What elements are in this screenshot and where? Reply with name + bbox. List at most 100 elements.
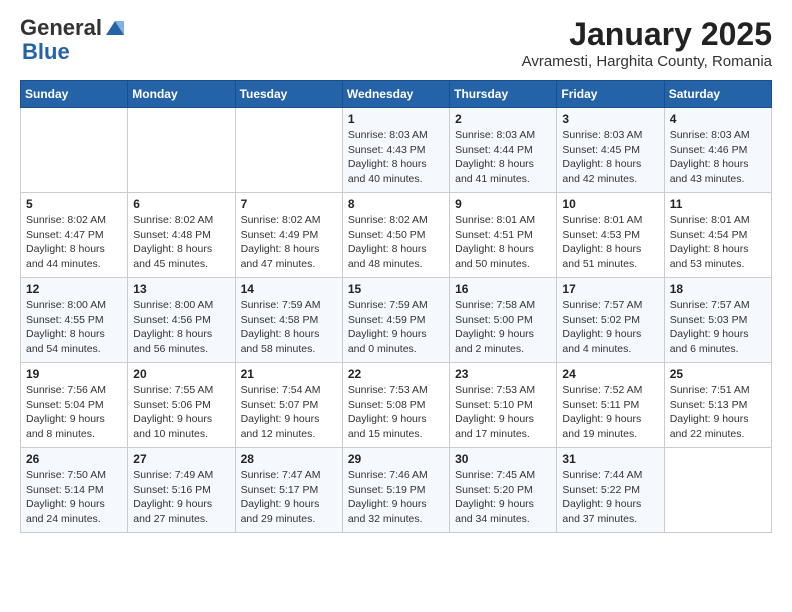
day-number: 23 — [455, 367, 551, 381]
day-number: 17 — [562, 282, 658, 296]
calendar-week-1: 1Sunrise: 8:03 AMSunset: 4:43 PMDaylight… — [21, 108, 772, 193]
calendar-week-4: 19Sunrise: 7:56 AMSunset: 5:04 PMDayligh… — [21, 363, 772, 448]
calendar-cell: 16Sunrise: 7:58 AMSunset: 5:00 PMDayligh… — [450, 278, 557, 363]
calendar-cell: 1Sunrise: 8:03 AMSunset: 4:43 PMDaylight… — [342, 108, 449, 193]
calendar-cell: 7 Sunrise: 8:02 AMSunset: 4:49 PMDaylight… — [235, 193, 342, 278]
day-number: 14 — [241, 282, 337, 296]
day-number: 4 — [670, 112, 766, 126]
day-number: 12 — [26, 282, 122, 296]
day-number: 28 — [241, 452, 337, 466]
day-number: 22 — [348, 367, 444, 381]
day-info: Sunrise: 7:59 AMSunset: 4:59 PMDaylight:… — [348, 298, 444, 357]
header: General Blue January 2025 Avramesti, Har… — [20, 16, 772, 70]
month-title: January 2025 — [522, 16, 772, 53]
calendar-cell: 5Sunrise: 8:02 AMSunset: 4:47 PMDaylight… — [21, 193, 128, 278]
calendar-cell: 24 Sunrise: 7:52 AMSunset: 5:11 PMDayligh… — [557, 363, 664, 448]
location: Avramesti, Harghita County, Romania — [522, 53, 772, 70]
calendar-cell: 11 Sunrise: 8:01 AMSunset: 4:54 PMDayligh… — [664, 193, 771, 278]
day-info: Sunrise: 7:52 AMSunset: 5:11 PMDaylight:… — [562, 383, 658, 442]
day-number: 7 — [241, 197, 337, 211]
day-info: Sunrise: 8:02 AMSunset: 4:49 PMDaylight:… — [241, 213, 337, 272]
day-number: 18 — [670, 282, 766, 296]
calendar-cell: 2Sunrise: 8:03 AMSunset: 4:44 PMDaylight… — [450, 108, 557, 193]
title-block: January 2025 Avramesti, Harghita County,… — [522, 16, 772, 70]
calendar-table: Sunday Monday Tuesday Wednesday Thursday… — [20, 80, 772, 533]
calendar-cell: 25 Sunrise: 7:51 AMSunset: 5:13 PMDayligh… — [664, 363, 771, 448]
day-info: Sunrise: 8:00 AMSunset: 4:56 PMDaylight:… — [133, 298, 229, 357]
calendar-cell: 13 Sunrise: 8:00 AMSunset: 4:56 PMDayligh… — [128, 278, 235, 363]
calendar-cell: 6 Sunrise: 8:02 AMSunset: 4:48 PMDaylight… — [128, 193, 235, 278]
calendar-cell: 3 Sunrise: 8:03 AMSunset: 4:45 PMDaylight… — [557, 108, 664, 193]
day-number: 15 — [348, 282, 444, 296]
day-number: 3 — [562, 112, 658, 126]
col-tuesday: Tuesday — [235, 81, 342, 108]
day-number: 24 — [562, 367, 658, 381]
day-info: Sunrise: 7:59 AMSunset: 4:58 PMDaylight:… — [241, 298, 337, 357]
day-info: Sunrise: 8:02 AMSunset: 4:48 PMDaylight:… — [133, 213, 229, 272]
calendar-cell: 21Sunrise: 7:54 AMSunset: 5:07 PMDayligh… — [235, 363, 342, 448]
col-saturday: Saturday — [664, 81, 771, 108]
day-number: 13 — [133, 282, 229, 296]
day-info: Sunrise: 8:02 AMSunset: 4:50 PMDaylight:… — [348, 213, 444, 272]
page: General Blue January 2025 Avramesti, Har… — [0, 0, 792, 543]
day-info: Sunrise: 8:01 AMSunset: 4:53 PMDaylight:… — [562, 213, 658, 272]
day-info: Sunrise: 8:03 AMSunset: 4:43 PMDaylight:… — [348, 128, 444, 187]
calendar-cell: 9 Sunrise: 8:01 AMSunset: 4:51 PMDaylight… — [450, 193, 557, 278]
logo-blue-text: Blue — [22, 39, 70, 64]
day-number: 25 — [670, 367, 766, 381]
day-number: 2 — [455, 112, 551, 126]
day-number: 16 — [455, 282, 551, 296]
calendar-cell: 22Sunrise: 7:53 AMSunset: 5:08 PMDayligh… — [342, 363, 449, 448]
calendar-cell: 30 Sunrise: 7:45 AMSunset: 5:20 PMDayligh… — [450, 448, 557, 533]
day-info: Sunrise: 7:44 AMSunset: 5:22 PMDaylight:… — [562, 468, 658, 527]
day-info: Sunrise: 7:51 AMSunset: 5:13 PMDaylight:… — [670, 383, 766, 442]
logo-icon — [104, 17, 126, 39]
calendar-week-5: 26 Sunrise: 7:50 AMSunset: 5:14 PMDayligh… — [21, 448, 772, 533]
day-number: 6 — [133, 197, 229, 211]
calendar-cell — [21, 108, 128, 193]
calendar-cell: 23 Sunrise: 7:53 AMSunset: 5:10 PMDayligh… — [450, 363, 557, 448]
day-number: 30 — [455, 452, 551, 466]
day-number: 9 — [455, 197, 551, 211]
day-number: 31 — [562, 452, 658, 466]
calendar-cell: 19Sunrise: 7:56 AMSunset: 5:04 PMDayligh… — [21, 363, 128, 448]
logo: General Blue — [20, 16, 126, 64]
day-info: Sunrise: 8:01 AMSunset: 4:54 PMDaylight:… — [670, 213, 766, 272]
calendar-week-2: 5Sunrise: 8:02 AMSunset: 4:47 PMDaylight… — [21, 193, 772, 278]
day-number: 20 — [133, 367, 229, 381]
day-info: Sunrise: 7:57 AMSunset: 5:02 PMDaylight:… — [562, 298, 658, 357]
calendar-cell: 17 Sunrise: 7:57 AMSunset: 5:02 PMDayligh… — [557, 278, 664, 363]
day-info: Sunrise: 7:49 AMSunset: 5:16 PMDaylight:… — [133, 468, 229, 527]
calendar-cell: 31 Sunrise: 7:44 AMSunset: 5:22 PMDayligh… — [557, 448, 664, 533]
calendar-cell: 4Sunrise: 8:03 AMSunset: 4:46 PMDaylight… — [664, 108, 771, 193]
day-number: 26 — [26, 452, 122, 466]
calendar-cell — [128, 108, 235, 193]
day-number: 10 — [562, 197, 658, 211]
day-info: Sunrise: 7:57 AMSunset: 5:03 PMDaylight:… — [670, 298, 766, 357]
col-monday: Monday — [128, 81, 235, 108]
day-number: 8 — [348, 197, 444, 211]
day-number: 5 — [26, 197, 122, 211]
col-thursday: Thursday — [450, 81, 557, 108]
calendar-cell: 14 Sunrise: 7:59 AMSunset: 4:58 PMDayligh… — [235, 278, 342, 363]
col-friday: Friday — [557, 81, 664, 108]
day-number: 11 — [670, 197, 766, 211]
day-info: Sunrise: 8:01 AMSunset: 4:51 PMDaylight:… — [455, 213, 551, 272]
calendar-cell: 8 Sunrise: 8:02 AMSunset: 4:50 PMDaylight… — [342, 193, 449, 278]
calendar-cell — [235, 108, 342, 193]
day-info: Sunrise: 7:46 AMSunset: 5:19 PMDaylight:… — [348, 468, 444, 527]
calendar-cell: 18 Sunrise: 7:57 AMSunset: 5:03 PMDayligh… — [664, 278, 771, 363]
day-info: Sunrise: 7:53 AMSunset: 5:10 PMDaylight:… — [455, 383, 551, 442]
calendar-cell — [664, 448, 771, 533]
calendar-cell: 27Sunrise: 7:49 AMSunset: 5:16 PMDayligh… — [128, 448, 235, 533]
calendar-cell: 29Sunrise: 7:46 AMSunset: 5:19 PMDayligh… — [342, 448, 449, 533]
calendar-week-3: 12Sunrise: 8:00 AMSunset: 4:55 PMDayligh… — [21, 278, 772, 363]
col-wednesday: Wednesday — [342, 81, 449, 108]
logo-general-text: General — [20, 16, 102, 40]
calendar-cell: 26 Sunrise: 7:50 AMSunset: 5:14 PMDayligh… — [21, 448, 128, 533]
day-info: Sunrise: 7:55 AMSunset: 5:06 PMDaylight:… — [133, 383, 229, 442]
header-row: Sunday Monday Tuesday Wednesday Thursday… — [21, 81, 772, 108]
day-info: Sunrise: 7:50 AMSunset: 5:14 PMDaylight:… — [26, 468, 122, 527]
day-info: Sunrise: 8:03 AMSunset: 4:45 PMDaylight:… — [562, 128, 658, 187]
day-info: Sunrise: 7:45 AMSunset: 5:20 PMDaylight:… — [455, 468, 551, 527]
